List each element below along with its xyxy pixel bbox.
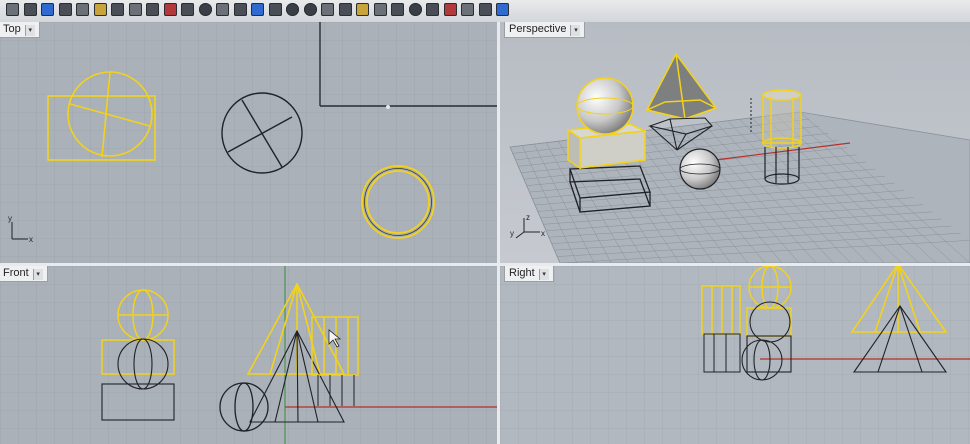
axis-x-label: x bbox=[541, 229, 545, 238]
front-viewport-canvas[interactable] bbox=[0, 266, 497, 444]
solid-icon[interactable] bbox=[426, 3, 439, 16]
pan-icon[interactable] bbox=[163, 3, 177, 16]
chevron-down-icon[interactable]: ▾ bbox=[32, 269, 43, 280]
selected-cylinder bbox=[762, 89, 802, 149]
rotate-icon[interactable] bbox=[181, 3, 194, 16]
render-icon[interactable] bbox=[461, 3, 474, 16]
copy-icon[interactable] bbox=[93, 3, 107, 16]
rendered-icon[interactable] bbox=[356, 3, 369, 16]
wireframe-icon[interactable] bbox=[321, 3, 334, 16]
viewport-title-label: Top bbox=[3, 23, 21, 35]
zoom-icon[interactable] bbox=[198, 3, 212, 16]
shaded-icon[interactable] bbox=[338, 3, 352, 16]
zoom-extents-icon[interactable] bbox=[233, 3, 247, 16]
viewport-title-label: Right bbox=[509, 267, 535, 279]
properties-icon[interactable] bbox=[303, 3, 317, 16]
zoom-selected-icon[interactable] bbox=[251, 3, 264, 16]
viewport-title-top[interactable]: Top ▾ bbox=[0, 22, 40, 38]
axis-z-label: z bbox=[526, 213, 530, 222]
surface-icon[interactable] bbox=[408, 3, 422, 16]
paste-icon[interactable] bbox=[111, 3, 124, 16]
save-icon[interactable] bbox=[41, 3, 54, 16]
selected-sphere bbox=[576, 77, 634, 135]
chevron-down-icon[interactable]: ▾ bbox=[570, 25, 581, 36]
axis-x-label: x bbox=[29, 235, 33, 244]
top-viewport-canvas[interactable]: y x bbox=[0, 22, 497, 263]
zoom-window-icon[interactable] bbox=[216, 3, 229, 16]
viewport-title-perspective[interactable]: Perspective ▾ bbox=[504, 22, 586, 38]
viewport-title-right[interactable]: Right ▾ bbox=[504, 266, 554, 282]
viewport-perspective[interactable]: z x y Perspective ▾ bbox=[500, 22, 970, 263]
cut-icon[interactable] bbox=[76, 3, 89, 16]
undo-icon[interactable] bbox=[128, 3, 142, 16]
curve-icon[interactable] bbox=[391, 3, 404, 16]
viewport-title-label: Perspective bbox=[509, 23, 567, 35]
viewport-front[interactable]: Front ▾ bbox=[0, 266, 497, 444]
viewport-title-label: Front bbox=[3, 267, 29, 279]
origin-marker bbox=[386, 105, 390, 109]
viewport-icon[interactable] bbox=[268, 3, 282, 16]
open-icon[interactable] bbox=[23, 3, 37, 16]
redo-icon[interactable] bbox=[146, 3, 159, 16]
options-icon[interactable] bbox=[496, 3, 509, 16]
viewport-splitter-vertical[interactable] bbox=[497, 22, 500, 444]
layer-icon[interactable] bbox=[286, 3, 299, 16]
axis-y-label: y bbox=[8, 214, 12, 223]
right-viewport-canvas[interactable] bbox=[500, 266, 970, 444]
axis-y-label: y bbox=[510, 229, 514, 238]
light-icon[interactable] bbox=[478, 3, 492, 16]
perspective-viewport-canvas[interactable]: z x y bbox=[500, 22, 970, 263]
viewport-title-front[interactable]: Front ▾ bbox=[0, 266, 48, 282]
main-toolbar bbox=[0, 0, 970, 23]
chevron-down-icon[interactable]: ▾ bbox=[538, 269, 549, 280]
viewport-right[interactable]: Right ▾ bbox=[500, 266, 970, 444]
viewport-splitter-horizontal[interactable] bbox=[0, 263, 970, 266]
chevron-down-icon[interactable]: ▾ bbox=[24, 25, 35, 36]
sphere-shaded bbox=[679, 148, 721, 190]
print-icon[interactable] bbox=[58, 3, 72, 16]
mesh-icon[interactable] bbox=[443, 3, 457, 16]
new-icon[interactable] bbox=[6, 3, 19, 16]
viewport-top[interactable]: y x Top ▾ bbox=[0, 22, 497, 263]
point-icon[interactable] bbox=[373, 3, 387, 16]
